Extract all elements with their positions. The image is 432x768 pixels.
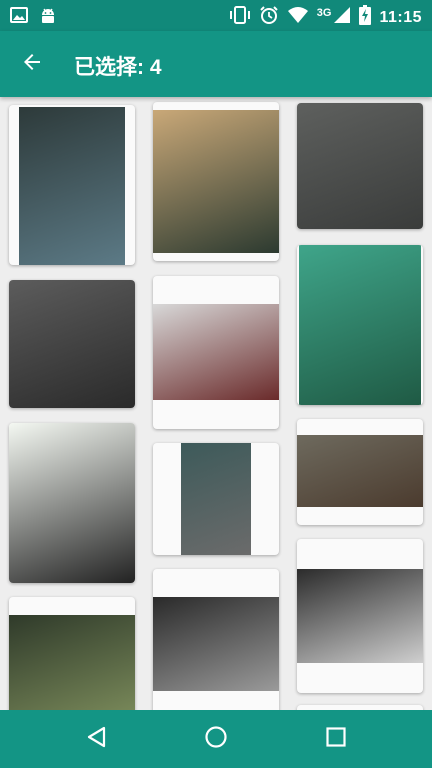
photo-owl-illustration	[299, 245, 421, 405]
photo-ruined-room	[297, 435, 423, 507]
nav-back-button[interactable]	[80, 723, 112, 755]
photo-forest-ruins	[181, 443, 251, 555]
photo-card[interactable]	[297, 539, 423, 693]
network-type-label: 3G	[316, 6, 332, 19]
photo-card[interactable]	[297, 103, 423, 229]
arrow-back-icon	[20, 50, 44, 79]
photo-card[interactable]	[153, 443, 279, 555]
nav-recents-button[interactable]	[320, 723, 352, 755]
alarm-icon	[259, 5, 279, 30]
photo-card[interactable]	[9, 423, 135, 583]
photo-card[interactable]	[9, 597, 135, 710]
photo-card[interactable]	[153, 276, 279, 429]
android-notification-icon	[40, 7, 56, 30]
status-bar: 3G 11:15	[0, 0, 432, 31]
photo-anime-soldier-girl	[9, 423, 135, 583]
app-bar: 已选择: 4	[0, 31, 432, 97]
photo-dark-fantasy-warrior	[19, 107, 125, 265]
battery-charging-icon	[359, 5, 372, 30]
photo-card[interactable]	[9, 280, 135, 408]
photo-card[interactable]	[297, 419, 423, 525]
photo-card[interactable]	[153, 102, 279, 261]
image-notification-icon	[10, 7, 28, 30]
vibrate-icon	[229, 5, 251, 30]
page-title: 已选择: 4	[74, 56, 162, 79]
photo-speaker-closeup	[153, 597, 279, 691]
photo-card[interactable]	[9, 105, 135, 265]
photo-ipod-classic	[153, 304, 279, 400]
photo-wolf-mask	[9, 280, 135, 408]
photo-card[interactable]	[153, 569, 279, 710]
home-circle-icon	[204, 725, 228, 754]
recents-square-icon	[325, 726, 347, 753]
wifi-icon	[287, 6, 309, 29]
back-triangle-icon	[85, 725, 107, 754]
system-nav-bar	[0, 710, 432, 768]
photo-girl-illustration	[153, 110, 279, 253]
cell-signal-icon	[333, 6, 351, 29]
photo-card[interactable]	[297, 245, 423, 405]
status-time: 11:15	[379, 8, 422, 26]
photo-speaker-bar	[297, 569, 423, 663]
back-button[interactable]	[16, 48, 48, 80]
photo-grid[interactable]	[0, 97, 432, 710]
photo-kneeling-swordsman	[297, 103, 423, 229]
photo-phone-on-desk	[9, 615, 135, 710]
nav-home-button[interactable]	[200, 723, 232, 755]
